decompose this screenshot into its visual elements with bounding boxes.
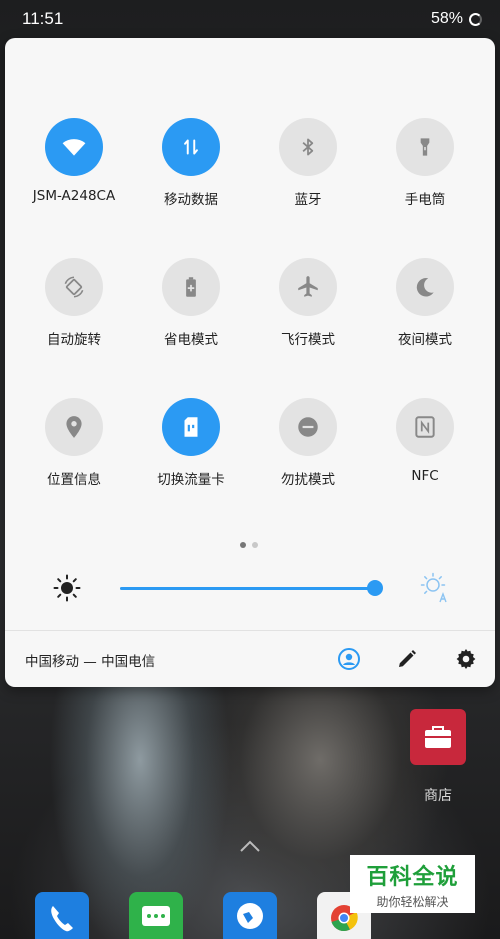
do-not-disturb-icon[interactable] [279,398,337,456]
watermark-logo: 百科全说 助你轻松解决 [350,855,475,913]
tile-label: 切换流量卡 [157,472,225,488]
tile-do-not-disturb[interactable]: 勿扰模式 [248,398,368,498]
mobile-data-icon[interactable] [162,118,220,176]
status-time: 11:51 [22,9,64,28]
tile-switch-sim[interactable]: 切换流量卡 [131,398,251,498]
watermark-title: 百科全说 [366,864,459,890]
tile-nfc[interactable]: NFC [365,398,485,498]
tile-label: 位置信息 [47,472,101,488]
quick-settings-panel: JSM-A248CA 移动数据 蓝牙 手电筒 自动旋转 省电模式 飞行模式 夜间… [5,38,495,687]
brightness-slider-thumb[interactable] [366,580,383,596]
tile-label: 移动数据 [164,192,218,208]
sim-card-icon[interactable] [162,398,220,456]
tile-battery-saver[interactable]: 省电模式 [131,258,251,358]
tile-label: 飞行模式 [281,332,335,348]
auto-brightness-icon[interactable] [419,572,449,604]
location-icon[interactable] [45,398,103,456]
tile-label: 手电筒 [404,192,446,208]
carrier-label: 中国移动 — 中国电信 [25,654,156,670]
watermark-subtitle: 助你轻松解决 [376,894,449,909]
tile-label: 勿扰模式 [281,472,335,488]
user-account-icon[interactable] [337,647,361,671]
brightness-row [5,568,495,608]
chevron-up-icon[interactable] [238,838,262,854]
nfc-icon[interactable] [396,398,454,456]
tile-night-mode[interactable]: 夜间模式 [365,258,485,358]
battery-icon [469,12,482,26]
browser-app-icon[interactable] [223,892,277,939]
edit-pencil-icon[interactable] [395,647,419,671]
store-app-icon[interactable] [410,709,466,765]
tile-location[interactable]: 位置信息 [14,398,134,498]
status-bar: 11:51 58% [0,0,500,38]
tile-label: JSM-A248CA [32,188,116,204]
tile-label: 夜间模式 [398,332,452,348]
moon-icon[interactable] [396,258,454,316]
bluetooth-icon[interactable] [279,118,337,176]
tile-airplane[interactable]: 飞行模式 [248,258,368,358]
wifi-icon[interactable] [45,118,103,176]
messages-app-icon[interactable] [129,892,183,939]
tile-flashlight[interactable]: 手电筒 [365,118,485,218]
battery-saver-icon[interactable] [162,258,220,316]
page-dot[interactable] [252,542,258,548]
brightness-slider-fill [120,587,375,590]
tile-label: NFC [411,468,439,484]
tile-wifi[interactable]: JSM-A248CA [14,118,134,218]
page-dot[interactable] [240,542,246,548]
battery-percent: 58% [430,10,463,27]
panel-footer: 中国移动 — 中国电信 [5,638,495,680]
auto-rotate-icon[interactable] [45,258,103,316]
tile-bluetooth[interactable]: 蓝牙 [248,118,368,218]
brightness-slider-track[interactable] [120,587,380,590]
settings-gear-icon[interactable] [454,647,478,671]
store-app-label: 商店 [424,788,452,804]
tile-mobile-data[interactable]: 移动数据 [131,118,251,218]
tile-label: 自动旋转 [47,332,101,348]
tile-label: 蓝牙 [294,192,322,208]
divider [5,630,495,631]
page-indicator [240,542,258,548]
tile-label: 省电模式 [164,332,218,348]
flashlight-icon[interactable] [396,118,454,176]
phone-app-icon[interactable] [35,892,89,939]
brightness-icon [53,574,81,602]
airplane-icon[interactable] [279,258,337,316]
tile-auto-rotate[interactable]: 自动旋转 [14,258,134,358]
